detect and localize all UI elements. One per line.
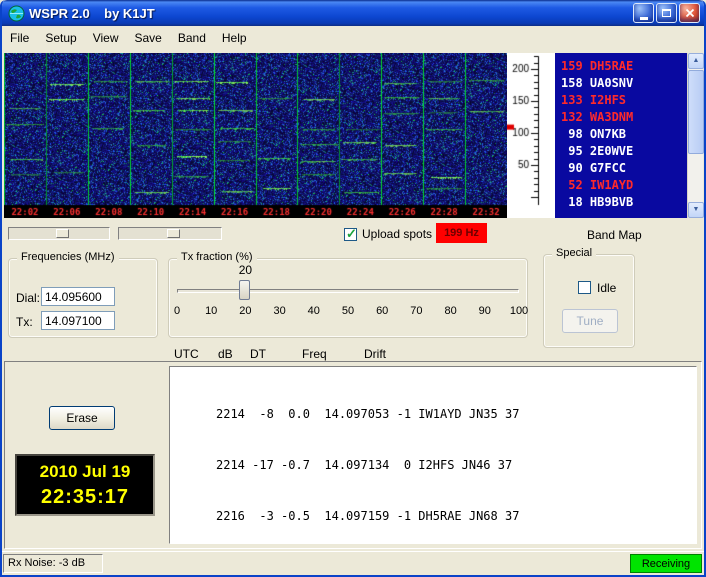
tx-fraction-thumb[interactable]	[239, 280, 251, 300]
tx-input[interactable]	[41, 311, 115, 330]
special-group-label: Special	[552, 247, 597, 259]
decode-line: 2214 -8 0.0 14.097053 -1 IW1AYD JN35 37	[216, 407, 520, 421]
tune-button[interactable]: Tune	[562, 309, 618, 333]
band-map-entry: 18 HB9BVB	[561, 195, 634, 209]
band-map-entry: 132 WA3DNM	[561, 110, 634, 124]
tx-fraction-group: Tx fraction (%) 20 0 10 20 30 40 50 60 7…	[168, 251, 528, 338]
tx-fraction-scale-label: 70	[410, 305, 423, 317]
special-group: Special Idle Tune	[543, 247, 635, 348]
menu-item-setup[interactable]: Setup	[37, 28, 84, 48]
band-map-entry: 90 G7FCC	[561, 161, 627, 175]
scrollbar-thumb[interactable]	[688, 70, 704, 154]
band-map-entry: 52 IW1AYD	[561, 178, 634, 192]
maximize-icon	[662, 9, 671, 17]
app-icon	[8, 5, 25, 21]
decode-panel: Erase 2010 Jul 19 22:35:17 2214 -8 0.0 1…	[4, 361, 702, 549]
column-header-utc: UTC	[174, 347, 199, 361]
decode-line: 2214 -17 -0.7 14.097134 0 I2HFS JN46 37	[216, 458, 513, 472]
tx-fraction-scale-label: 40	[307, 305, 320, 317]
dial-label: Dial:	[16, 291, 41, 305]
waterfall-canvas	[4, 53, 507, 218]
band-map-entry: 98 ON7KB	[561, 127, 627, 141]
receiving-status: Receiving	[630, 554, 702, 573]
clock-time: 22:35:17	[40, 486, 130, 508]
tx-fraction-scale-label: 60	[376, 305, 389, 317]
rx-noise-status: Rx Noise: -3 dB	[3, 554, 103, 573]
level-slider-right-thumb[interactable]	[167, 229, 180, 238]
close-button[interactable]	[679, 3, 700, 23]
band-map-scrollbar[interactable]: ▲ ▼	[687, 53, 704, 218]
band-map-entry: 159 DH5RAE	[561, 59, 634, 73]
tx-fraction-slider: 20 0 10 20 30 40 50 60 70 80 90 100	[173, 259, 528, 337]
freq-offset-badge: 199 Hz	[436, 223, 487, 243]
menu-item-band[interactable]: Band	[170, 28, 214, 48]
menu-item-file[interactable]: File	[2, 28, 37, 48]
tx-fraction-scale-label: 0	[173, 305, 181, 317]
status-bar: Rx Noise: -3 dB Receiving	[2, 551, 704, 575]
waterfall-display	[4, 53, 507, 218]
tx-fraction-scale-label: 50	[341, 305, 355, 317]
level-slider-left-thumb[interactable]	[56, 229, 69, 238]
frequencies-group: Frequencies (MHz) Dial: Tx:	[8, 251, 158, 338]
clock-display: 2010 Jul 19 22:35:17	[15, 454, 155, 516]
upload-spots-label: Upload spots	[362, 227, 433, 241]
tx-fraction-scale-label: 10	[205, 305, 218, 317]
level-slider-right[interactable]	[118, 227, 222, 240]
level-slider-left[interactable]	[8, 227, 110, 240]
menu-item-help[interactable]: Help	[214, 28, 255, 48]
maximize-button[interactable]	[656, 3, 677, 23]
column-header-drift: Drift	[364, 347, 386, 361]
band-map-entry: 158 UA0SNV	[561, 76, 634, 90]
close-icon	[685, 8, 694, 18]
decode-output[interactable]: 2214 -8 0.0 14.097053 -1 IW1AYD JN35 37 …	[169, 366, 697, 544]
upload-spots-control: Upload spots	[344, 226, 433, 242]
tx-fraction-scale-label: 30	[273, 305, 286, 317]
idle-label: Idle	[597, 281, 617, 295]
tx-fraction-scale-label: 20	[239, 305, 252, 317]
app-window: WSPR 2.0 by K1JT File Setup View Save Ba…	[0, 0, 706, 577]
column-header-db: dB	[218, 347, 233, 361]
frequencies-group-label: Frequencies (MHz)	[17, 251, 119, 263]
band-map-entry: 133 I2HFS	[561, 93, 627, 107]
menu-item-save[interactable]: Save	[127, 28, 170, 48]
tx-fraction-scale-label: 100	[509, 305, 529, 317]
minimize-button[interactable]	[633, 3, 654, 23]
upload-spots-checkbox[interactable]	[344, 226, 357, 242]
minimize-icon	[639, 16, 648, 20]
window-title: WSPR 2.0 by K1JT	[29, 5, 155, 21]
tx-fraction-scale-label: 80	[444, 305, 457, 317]
menu-item-view[interactable]: View	[85, 28, 127, 48]
erase-button[interactable]: Erase	[49, 406, 115, 430]
column-header-freq: Freq	[302, 347, 327, 361]
title-bar[interactable]: WSPR 2.0 by K1JT	[2, 0, 704, 26]
band-map: 159 DH5RAE 158 UA0SNV 133 I2HFS 132 WA3D…	[555, 53, 687, 218]
scroll-up-icon[interactable]: ▲	[688, 53, 704, 69]
dial-input[interactable]	[41, 287, 115, 306]
scroll-down-icon[interactable]: ▼	[688, 202, 704, 218]
clock-date: 2010 Jul 19	[39, 462, 131, 481]
tx-label: Tx:	[16, 315, 33, 329]
frequency-scale-canvas	[507, 53, 555, 218]
menu-bar: File Setup View Save Band Help	[2, 26, 704, 49]
band-map-entry: 95 2E0WVE	[561, 144, 634, 158]
tx-fraction-scale-label: 90	[478, 305, 491, 317]
idle-checkbox[interactable]	[578, 281, 591, 294]
band-map-label: Band Map	[587, 228, 642, 242]
decode-line: 2216 -3 -0.5 14.097159 -1 DH5RAE JN68 37	[216, 509, 520, 523]
column-header-dt: DT	[250, 347, 266, 361]
frequency-scale	[507, 53, 555, 218]
tx-fraction-value: 20	[238, 263, 253, 277]
